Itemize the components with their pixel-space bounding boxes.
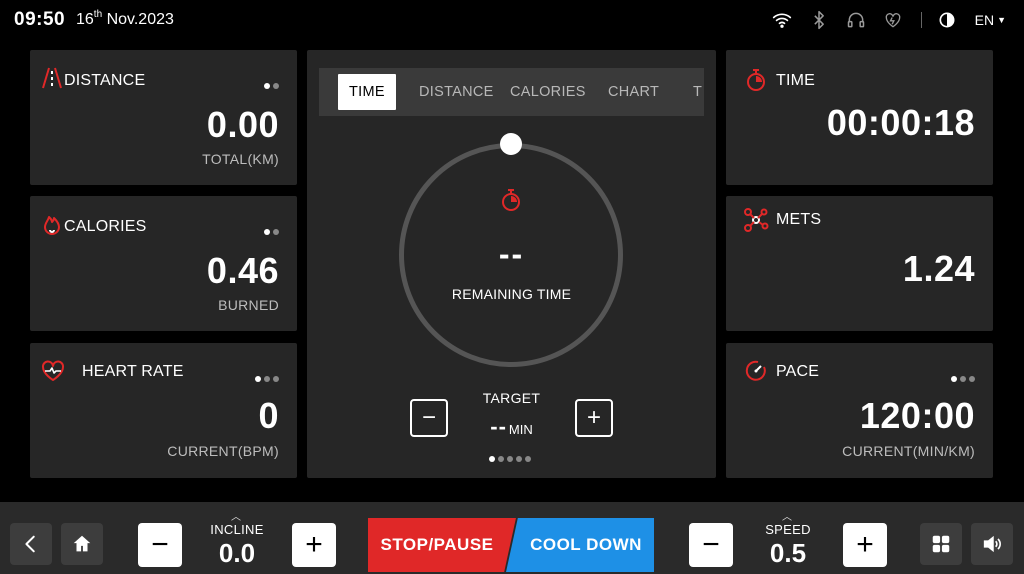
volume-icon [983, 535, 1001, 553]
speed-value: 0.5 [769, 538, 807, 568]
caret-down-icon: ▼ [997, 15, 1006, 25]
tab-more[interactable]: T [693, 74, 702, 110]
distance-unit: TOTAL(KM) [202, 151, 279, 167]
calories-card[interactable]: CALORIES 0.46 BURNED [30, 196, 297, 331]
heart-pulse-icon [40, 359, 66, 383]
heart-monitor-icon[interactable] [881, 9, 905, 31]
volume-button[interactable] [971, 523, 1013, 565]
heart-rate-card[interactable]: HEART RATE 0 CURRENT(BPM) [30, 343, 297, 478]
clock: 09:50 [14, 9, 66, 30]
remaining-time-value: -- [498, 236, 525, 272]
stopwatch-icon [499, 187, 523, 213]
status-divider [920, 12, 922, 28]
distance-card[interactable]: DISTANCE 0.00 TOTAL(KM) [30, 50, 297, 185]
status-icons: EN ▼ [757, 9, 1006, 31]
page-dots [264, 83, 279, 89]
pace-value: 120:00 [859, 395, 975, 436]
stopwatch-icon [744, 67, 768, 91]
speed-label: SPEED [765, 522, 811, 537]
mets-label: METS [776, 211, 822, 228]
apps-grid-icon [932, 535, 950, 553]
incline-label: INCLINE [210, 522, 264, 537]
time-label: TIME [776, 72, 816, 89]
calories-unit: BURNED [218, 297, 279, 313]
caret-up-icon: ︿ [782, 512, 792, 523]
molecule-icon [742, 206, 770, 234]
status-bar: 09:50 16th Nov.2023 EN ▼ [0, 0, 1024, 42]
control-bar: − ︿ INCLINE 0.0 + STOP/PAUSE COOL DOWN −… [0, 502, 1024, 574]
home-button[interactable] [61, 523, 103, 565]
apps-button[interactable] [920, 523, 962, 565]
language-selector[interactable]: EN ▼ [975, 12, 1006, 28]
road-icon [40, 66, 64, 90]
incline-minus-button[interactable]: − [138, 523, 182, 567]
speed-plus-button[interactable]: + [843, 523, 887, 567]
date-suffix: th [93, 9, 103, 20]
progress-knob[interactable] [500, 133, 522, 155]
distance-label: DISTANCE [64, 72, 146, 89]
tab-chart[interactable]: CHART [608, 74, 659, 110]
headphones-icon[interactable] [844, 9, 868, 31]
flame-icon [40, 212, 64, 236]
cool-down-button[interactable]: COOL DOWN [506, 518, 654, 572]
remaining-time-label: REMAINING TIME [451, 286, 572, 302]
target-value: -- MIN [307, 414, 716, 440]
mets-value: 1.24 [902, 248, 975, 289]
bluetooth-icon[interactable] [807, 9, 831, 31]
time-card[interactable]: TIME 00:00:18 [726, 50, 993, 185]
gauge-icon [744, 359, 768, 383]
date-month-year: Nov.2023 [106, 11, 174, 28]
language-label: EN [974, 12, 995, 28]
page-dots [264, 229, 279, 235]
pace-card[interactable]: PACE 120:00 CURRENT(MIN/KM) [726, 343, 993, 478]
heart-rate-value: 0 [258, 395, 279, 436]
time-value: 00:00:18 [826, 102, 975, 143]
target-label: TARGET [482, 390, 541, 406]
target-number: -- [490, 414, 507, 439]
distance-value: 0.00 [206, 104, 279, 145]
date: 16th Nov.2023 [76, 9, 174, 29]
heart-rate-label: HEART RATE [82, 363, 184, 380]
back-button[interactable] [10, 523, 52, 565]
pace-unit: CURRENT(MIN/KM) [842, 443, 975, 459]
tab-distance[interactable]: DISTANCE [419, 74, 494, 110]
page-dots [489, 456, 531, 462]
stop-pause-button[interactable]: STOP/PAUSE [368, 518, 516, 572]
speed-minus-button[interactable]: − [689, 523, 733, 567]
date-day: 16 [76, 11, 94, 28]
page-dots [951, 376, 975, 382]
incline-value: 0.0 [218, 538, 256, 568]
calories-value: 0.46 [206, 250, 279, 291]
target-unit: MIN [508, 422, 533, 437]
tab-time[interactable]: TIME [338, 74, 396, 110]
mets-card[interactable]: METS 1.24 [726, 196, 993, 331]
page-dots [255, 376, 279, 382]
target-plus-button[interactable]: + [575, 399, 613, 437]
chevron-left-icon [25, 535, 35, 553]
metric-tabs: TIME DISTANCE CALORIES CHART T [319, 68, 704, 116]
target-panel: TIME DISTANCE CALORIES CHART T -- REMAIN… [307, 50, 716, 478]
incline-plus-button[interactable]: + [292, 523, 336, 567]
contrast-icon[interactable] [935, 9, 959, 31]
pace-label: PACE [776, 363, 820, 380]
wifi-icon[interactable] [770, 9, 794, 31]
caret-up-icon: ︿ [231, 512, 241, 523]
home-icon [73, 535, 91, 552]
heart-rate-unit: CURRENT(BPM) [167, 443, 279, 459]
tab-calories[interactable]: CALORIES [510, 74, 586, 110]
calories-label: CALORIES [64, 218, 147, 235]
